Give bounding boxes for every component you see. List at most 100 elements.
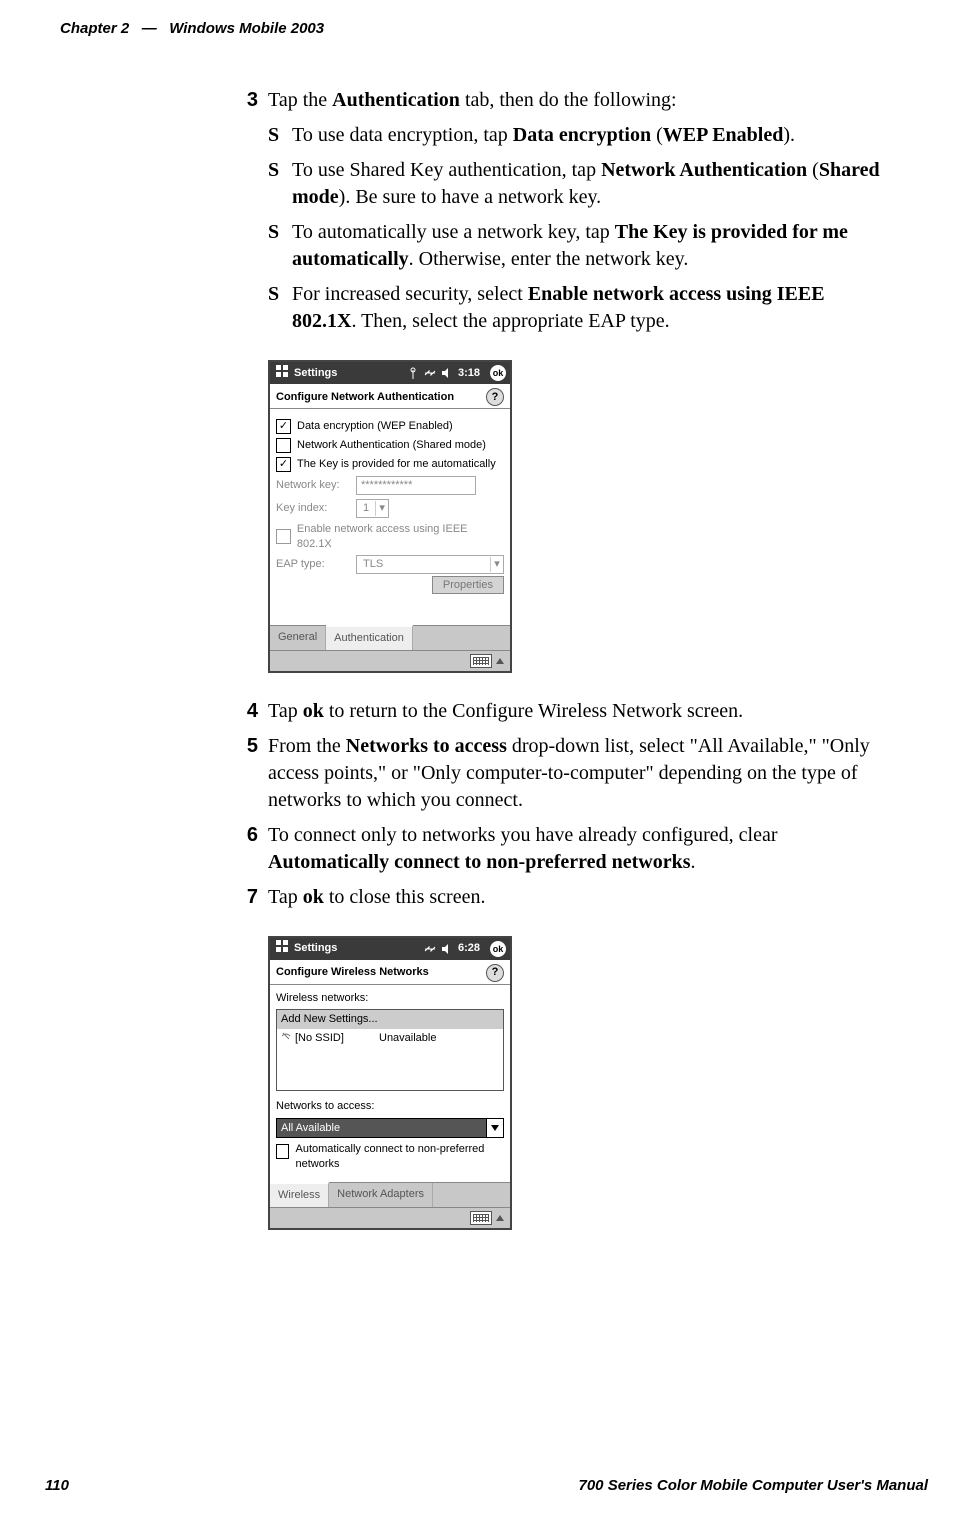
checkbox-row-autokey[interactable]: ✓ The Key is provided for me automatical… xyxy=(276,457,504,472)
text: Tap xyxy=(268,886,303,908)
checkbox-checked-icon[interactable]: ✓ xyxy=(276,419,291,434)
step-text: Tap the Authentication tab, then do the … xyxy=(268,87,883,114)
chevron-down-icon: ▾ xyxy=(490,557,503,572)
start-icon[interactable] xyxy=(274,938,290,959)
step-text: Tap ok to return to the Configure Wirele… xyxy=(268,698,883,725)
wifi-icon xyxy=(281,1031,291,1046)
properties-button[interactable]: Properties xyxy=(432,576,504,594)
ok-button[interactable]: ok xyxy=(490,365,506,381)
panel-title: Configure Wireless Networks xyxy=(276,965,429,980)
checkbox-icon[interactable] xyxy=(276,438,291,453)
text: . Then, select the appropriate EAP type. xyxy=(351,310,669,332)
bold-text: Data encryption xyxy=(513,124,651,146)
text: tab, then do the following: xyxy=(460,89,677,111)
checkbox-row-8021x[interactable]: Enable network access using IEEE 802.1X xyxy=(276,522,504,552)
checkbox-label: Data encryption (WEP Enabled) xyxy=(297,419,453,434)
up-arrow-icon[interactable] xyxy=(496,1215,504,1221)
ok-button[interactable]: ok xyxy=(490,941,506,957)
bullet-icon: S xyxy=(268,157,292,211)
tab-authentication[interactable]: Authentication xyxy=(326,625,413,650)
titlebar: Settings 3:18 ok xyxy=(270,362,510,384)
text: . Otherwise, enter the network key. xyxy=(409,248,689,270)
checkbox-label: The Key is provided for me automatically xyxy=(297,457,496,472)
keyboard-icon[interactable] xyxy=(470,1211,492,1225)
titlebar-text: Settings xyxy=(294,941,424,956)
key-index-combo[interactable]: 1 ▾ xyxy=(356,499,389,518)
network-key-input[interactable]: ************ xyxy=(356,476,476,495)
network-name: [No SSID] xyxy=(295,1031,375,1046)
checkbox-row-auto-connect[interactable]: Automatically connect to non-preferred n… xyxy=(276,1142,504,1172)
connection-icon xyxy=(424,943,436,955)
checkbox-row-wep[interactable]: ✓ Data encryption (WEP Enabled) xyxy=(276,419,504,434)
tab-bar: Wireless Network Adapters xyxy=(270,1182,510,1207)
key-index-row: Key index: 1 ▾ xyxy=(276,499,504,518)
body-content: 3 Tap the Authentication tab, then do th… xyxy=(236,87,883,1230)
eap-type-combo[interactable]: TLS ▾ xyxy=(356,555,504,574)
tab-general[interactable]: General xyxy=(270,626,326,650)
tab-wireless[interactable]: Wireless xyxy=(270,1182,329,1207)
combo-value: All Available xyxy=(277,1119,486,1138)
connection-icon xyxy=(424,367,436,379)
checkbox-icon[interactable] xyxy=(276,1144,289,1159)
step-6: 6 To connect only to networks you have a… xyxy=(236,822,883,876)
bold-text: Network Authentication xyxy=(601,159,807,181)
checkbox-checked-icon[interactable]: ✓ xyxy=(276,457,291,472)
text: To connect only to networks you have alr… xyxy=(268,824,778,846)
step-3: 3 Tap the Authentication tab, then do th… xyxy=(236,87,883,114)
chapter-title: Windows Mobile 2003 xyxy=(169,20,324,37)
network-key-row: Network key: ************ xyxy=(276,476,504,495)
text: ). xyxy=(783,124,795,146)
chevron-down-icon: ▾ xyxy=(375,501,388,516)
text: . xyxy=(691,851,696,873)
text: For increased security, select xyxy=(292,283,528,305)
chevron-down-icon xyxy=(486,1119,503,1138)
list-label: Wireless networks: xyxy=(276,991,504,1006)
speaker-icon xyxy=(442,367,452,379)
form-area: ✓ Data encryption (WEP Enabled) Network … xyxy=(270,409,510,625)
field-label: Key index: xyxy=(276,501,350,516)
tab-network-adapters[interactable]: Network Adapters xyxy=(329,1183,433,1207)
bullet-text: To use data encryption, tap Data encrypt… xyxy=(292,122,883,149)
panel-header: Configure Wireless Networks ? xyxy=(270,960,510,985)
clock: 3:18 xyxy=(458,366,480,381)
access-label: Networks to access: xyxy=(276,1099,504,1114)
panel-title: Configure Network Authentication xyxy=(276,390,454,405)
networks-to-access-combo[interactable]: All Available xyxy=(276,1118,504,1139)
combo-value: TLS xyxy=(357,556,490,573)
help-icon[interactable]: ? xyxy=(486,388,504,406)
bullet-text: To use Shared Key authentication, tap Ne… xyxy=(292,157,883,211)
checkbox-icon[interactable] xyxy=(276,529,291,544)
manual-title: 700 Series Color Mobile Computer User's … xyxy=(579,1477,929,1494)
checkbox-label: Enable network access using IEEE 802.1X xyxy=(297,522,504,552)
start-icon[interactable] xyxy=(274,363,290,384)
field-label: EAP type: xyxy=(276,557,350,572)
list-item-network[interactable]: [No SSID] Unavailable xyxy=(277,1029,503,1048)
header-dash: — xyxy=(142,20,157,37)
bullet-icon: S xyxy=(268,219,292,273)
screenshot-authentication: Settings 3:18 ok Configure Network Authe… xyxy=(268,360,512,673)
step-text: To connect only to networks you have alr… xyxy=(268,822,883,876)
bold-text: Authentication xyxy=(332,89,460,111)
panel-header: Configure Network Authentication ? xyxy=(270,384,510,409)
tab-bar: General Authentication xyxy=(270,625,510,650)
screenshot-wireless-networks: Settings 6:28 ok Configure Wireless Netw… xyxy=(268,936,512,1230)
keyboard-icon[interactable] xyxy=(470,654,492,668)
step-3-sublist: S To use data encryption, tap Data encry… xyxy=(268,122,883,335)
list-item-add-new[interactable]: Add New Settings... xyxy=(277,1010,503,1029)
bullet-item: S To automatically use a network key, ta… xyxy=(268,219,883,273)
step-7: 7 Tap ok to close this screen. xyxy=(236,884,883,911)
up-arrow-icon[interactable] xyxy=(496,658,504,664)
bold-text: ok xyxy=(303,700,324,722)
combo-value: 1 xyxy=(357,500,375,517)
step-number: 5 xyxy=(236,733,258,814)
text: To use Shared Key authentication, tap xyxy=(292,159,601,181)
help-icon[interactable]: ? xyxy=(486,964,504,982)
titlebar-text: Settings xyxy=(294,366,408,381)
titlebar: Settings 6:28 ok xyxy=(270,938,510,960)
input-panel-bar xyxy=(270,650,510,671)
text: From the xyxy=(268,735,346,757)
checkbox-row-shared[interactable]: Network Authentication (Shared mode) xyxy=(276,438,504,453)
wireless-networks-listbox[interactable]: Add New Settings... [No SSID] Unavailabl… xyxy=(276,1009,504,1091)
status-icons: 3:18 ok xyxy=(408,365,506,381)
running-header: Chapter 2 — Windows Mobile 2003 xyxy=(60,20,913,37)
